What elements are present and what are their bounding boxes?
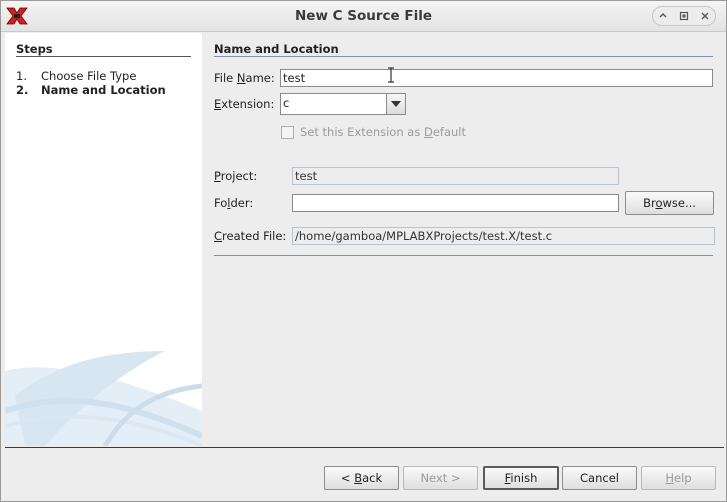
wizard-decoration	[5, 351, 202, 446]
set-default-extension-checkbox[interactable]: Set this Extension as Default	[281, 125, 466, 139]
help-button[interactable]: Help	[641, 466, 716, 490]
steps-heading: Steps	[16, 42, 53, 56]
checkbox-box[interactable]	[281, 125, 294, 139]
content-divider	[214, 255, 713, 256]
minimize-icon[interactable]	[656, 9, 670, 23]
step-label: Name and Location	[41, 83, 166, 97]
project-label: Project:	[214, 169, 258, 183]
folder-input[interactable]	[292, 194, 619, 212]
next-button[interactable]: Next >	[403, 466, 478, 490]
section-heading: Name and Location	[214, 42, 339, 56]
title-bar[interactable]: New C Source File	[1, 1, 726, 32]
cancel-button[interactable]: Cancel	[562, 466, 637, 490]
maximize-icon[interactable]	[677, 9, 691, 23]
project-field: test	[292, 167, 619, 185]
close-icon[interactable]	[698, 9, 712, 23]
created-file-field: /home/gamboa/MPLABXProjects/test.X/test.…	[292, 227, 715, 245]
chevron-down-icon[interactable]	[386, 94, 405, 114]
checkbox-label: Set this Extension as Default	[300, 125, 467, 139]
file-name-label: File Name:	[214, 71, 275, 85]
created-file-label: Created File:	[214, 229, 287, 243]
finish-button[interactable]: Finish	[483, 466, 559, 490]
wizard-content: Name and Location File Name: test Extens…	[202, 33, 724, 446]
step-label: Choose File Type	[41, 69, 137, 83]
new-file-dialog: New C Source File Steps 1. Choose File Ty…	[0, 0, 727, 502]
window-controls	[652, 6, 716, 26]
file-name-input[interactable]: test	[280, 69, 713, 87]
step-number: 2.	[16, 83, 29, 97]
window-title: New C Source File	[295, 8, 432, 24]
extension-dropdown[interactable]: c	[280, 93, 406, 115]
text-cursor-icon	[388, 67, 394, 83]
button-bar-divider	[5, 447, 724, 448]
browse-button[interactable]: Browse...	[625, 191, 714, 215]
folder-label: Folder:	[214, 196, 254, 210]
section-divider	[214, 56, 713, 57]
step-number: 1.	[16, 69, 27, 83]
step-item-choose-file-type: 1. Choose File Type	[16, 69, 136, 83]
steps-divider	[16, 56, 191, 57]
extension-label: Extension:	[214, 97, 275, 111]
steps-pane: Steps 1. Choose File Type 2. Name and Loca…	[5, 33, 202, 446]
step-item-name-and-location: 2. Name and Location	[16, 83, 166, 97]
back-button[interactable]: < Back	[324, 466, 399, 490]
extension-value: c	[283, 96, 290, 110]
